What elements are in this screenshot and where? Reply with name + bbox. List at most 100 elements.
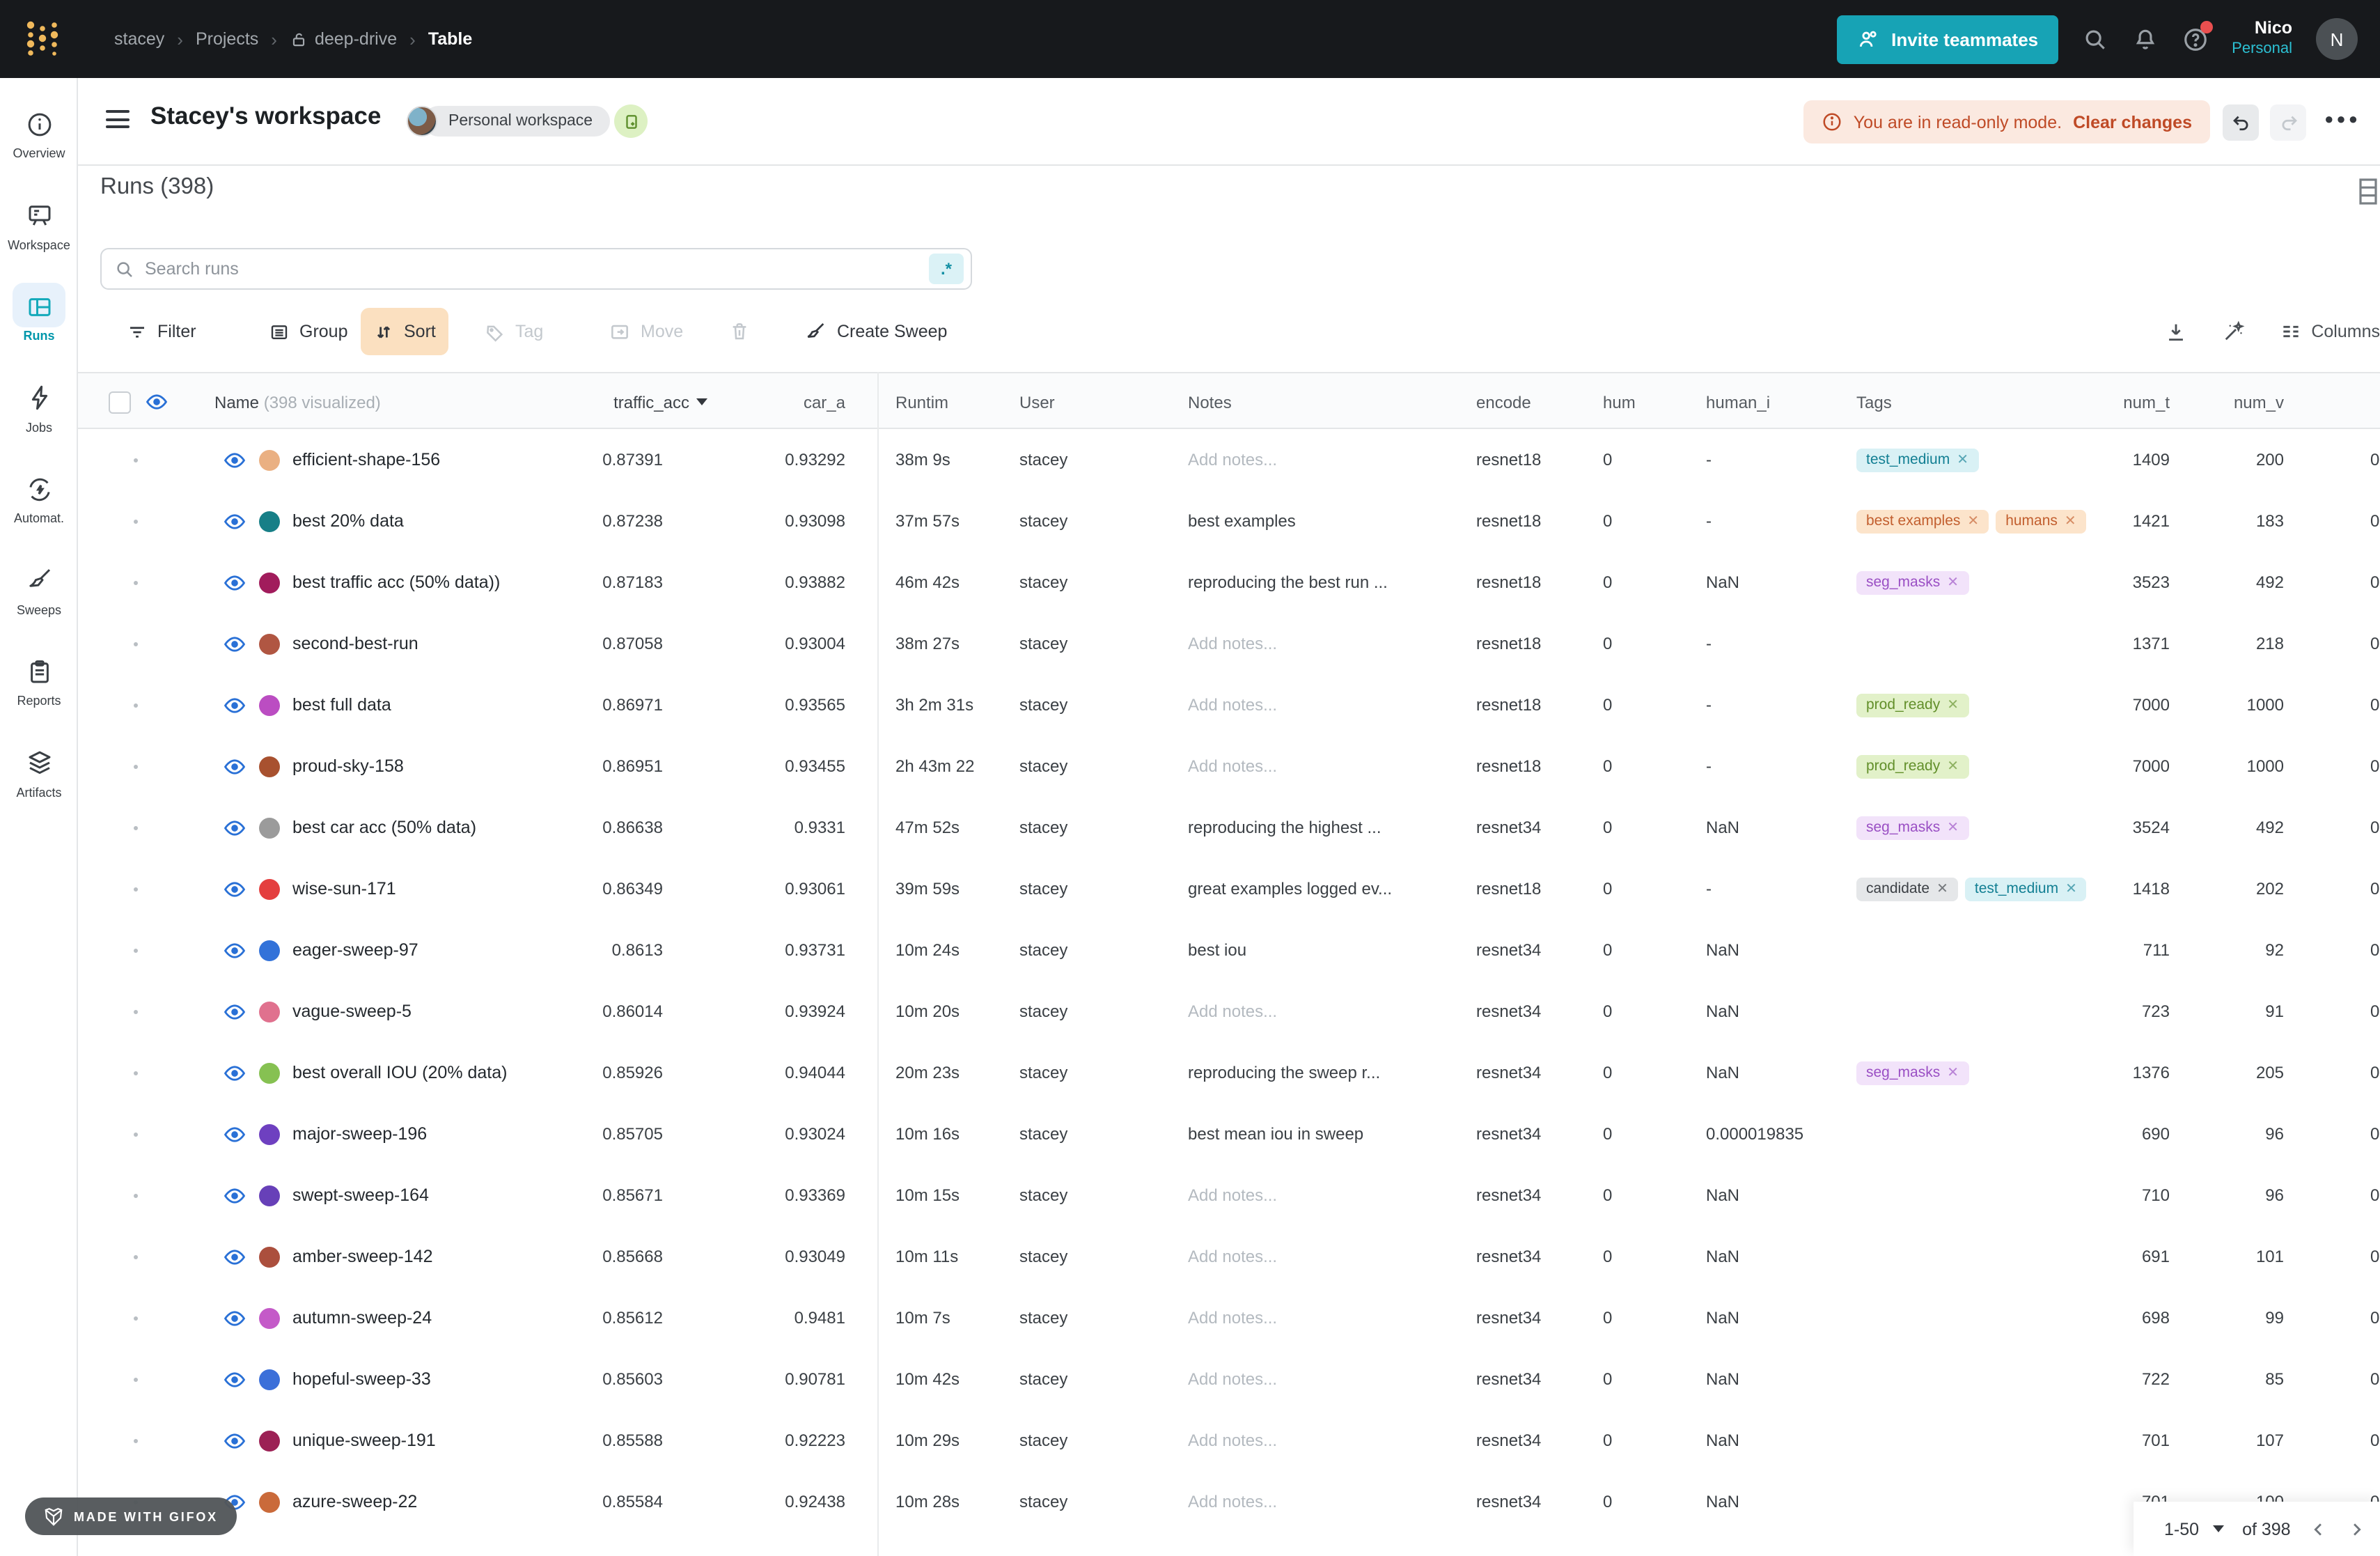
row-drag-handle[interactable] <box>134 703 138 708</box>
cell-notes[interactable]: Add notes... <box>1188 1165 1461 1226</box>
tag-remove-icon[interactable]: ✕ <box>1957 452 1968 467</box>
tag-pill[interactable]: seg_masks✕ <box>1856 1061 1968 1084</box>
cell-notes[interactable]: best mean iou in sweep <box>1188 1103 1461 1165</box>
tag-remove-icon[interactable]: ✕ <box>1947 697 1959 713</box>
row-drag-handle[interactable] <box>134 1194 138 1198</box>
eye-icon[interactable] <box>223 1367 246 1391</box>
tag-remove-icon[interactable]: ✕ <box>1947 820 1959 835</box>
cell-notes[interactable]: reproducing the highest ... <box>1188 797 1461 858</box>
row-drag-handle[interactable] <box>134 1255 138 1259</box>
tag-remove-icon[interactable]: ✕ <box>1947 1065 1959 1080</box>
report-create-button[interactable] <box>614 104 648 138</box>
tag-remove-icon[interactable]: ✕ <box>1947 758 1959 774</box>
row-drag-handle[interactable] <box>134 826 138 830</box>
undo-button[interactable] <box>2223 104 2259 141</box>
bell-icon[interactable] <box>2131 26 2158 52</box>
tag-pill[interactable]: prod_ready✕ <box>1856 754 1968 778</box>
cell-edge-partial: 0 <box>2370 552 2380 613</box>
sidebar-item-artifacts[interactable]: Artifacts <box>0 742 78 823</box>
eye-icon[interactable] <box>223 938 246 962</box>
cell-notes[interactable]: best iou <box>1188 919 1461 981</box>
more-options-button[interactable]: ●●● <box>2324 111 2361 128</box>
row-drag-handle[interactable] <box>134 887 138 892</box>
page-size-dropdown[interactable]: 1-50 <box>2164 1519 2224 1539</box>
redo-button[interactable] <box>2270 104 2306 141</box>
workspace-owner-avatar[interactable] <box>407 106 437 137</box>
user-avatar[interactable]: N <box>2316 18 2358 60</box>
eye-icon[interactable] <box>223 877 246 901</box>
eye-icon[interactable] <box>223 1183 246 1207</box>
search-icon[interactable] <box>2081 26 2108 52</box>
row-drag-handle[interactable] <box>134 1071 138 1075</box>
tag-remove-icon[interactable]: ✕ <box>1936 881 1948 896</box>
cell-notes[interactable]: great examples logged ev... <box>1188 858 1461 919</box>
row-drag-handle[interactable] <box>134 1378 138 1382</box>
cell-notes[interactable]: Add notes... <box>1188 429 1461 490</box>
breadcrumb-entity[interactable]: stacey <box>114 29 164 49</box>
eye-icon[interactable] <box>223 754 246 778</box>
invite-teammates-button[interactable]: Invite teammates <box>1837 15 2058 63</box>
sidebar-item-runs[interactable]: Runs <box>0 286 78 366</box>
user-identity[interactable]: Nico Personal <box>2232 19 2292 60</box>
cell-notes[interactable]: reproducing the best run ... <box>1188 552 1461 613</box>
tag-pill[interactable]: candidate✕ <box>1856 877 1958 901</box>
row-drag-handle[interactable] <box>134 1010 138 1014</box>
row-drag-handle[interactable] <box>134 1316 138 1321</box>
eye-icon[interactable] <box>223 570 246 594</box>
eye-icon[interactable] <box>223 1429 246 1452</box>
tag-pill[interactable]: best examples✕ <box>1856 509 1989 533</box>
help-button[interactable] <box>2182 26 2208 52</box>
wandb-logo-icon[interactable] <box>19 15 67 63</box>
next-page-button[interactable] <box>2347 1519 2366 1539</box>
cell-notes[interactable]: Add notes... <box>1188 1471 1461 1532</box>
hamburger-menu-icon[interactable] <box>106 110 130 133</box>
row-drag-handle[interactable] <box>134 1133 138 1137</box>
cell-notes[interactable]: Add notes... <box>1188 1287 1461 1348</box>
row-drag-handle[interactable] <box>134 581 138 585</box>
eye-icon[interactable] <box>223 509 246 533</box>
tag-pill[interactable]: test_medium✕ <box>1856 448 1978 472</box>
cell-notes[interactable]: best examples <box>1188 490 1461 552</box>
cell-notes[interactable]: Add notes... <box>1188 736 1461 797</box>
row-drag-handle[interactable] <box>134 642 138 646</box>
tag-pill[interactable]: seg_masks✕ <box>1856 816 1968 839</box>
row-drag-handle[interactable] <box>134 1439 138 1443</box>
eye-icon[interactable] <box>223 448 246 472</box>
sidebar-item-workspace[interactable]: Workspace <box>0 194 78 275</box>
cell-notes[interactable]: Add notes... <box>1188 1410 1461 1471</box>
cell-notes[interactable]: Add notes... <box>1188 1226 1461 1287</box>
eye-icon[interactable] <box>223 632 246 655</box>
eye-icon[interactable] <box>223 1061 246 1084</box>
tag-pill[interactable]: prod_ready✕ <box>1856 693 1968 717</box>
row-drag-handle[interactable] <box>134 520 138 524</box>
tag-remove-icon[interactable]: ✕ <box>1967 513 1979 529</box>
tag-remove-icon[interactable]: ✕ <box>1947 575 1959 590</box>
cell-notes[interactable]: Add notes... <box>1188 674 1461 736</box>
eye-icon[interactable] <box>223 693 246 717</box>
cell-notes[interactable]: reproducing the sweep r... <box>1188 1042 1461 1103</box>
breadcrumb-project[interactable]: deep-drive <box>290 29 397 49</box>
cell-notes[interactable]: Add notes... <box>1188 613 1461 674</box>
cell-notes[interactable]: Add notes... <box>1188 1348 1461 1410</box>
clear-changes-link[interactable]: Clear changes <box>2073 112 2192 132</box>
eye-icon[interactable] <box>223 816 246 839</box>
prev-page-button[interactable] <box>2309 1519 2328 1539</box>
sidebar-item-jobs[interactable]: Jobs <box>0 377 78 458</box>
tag-pill[interactable]: seg_masks✕ <box>1856 570 1968 594</box>
eye-icon[interactable] <box>223 1245 246 1268</box>
row-drag-handle[interactable] <box>134 949 138 953</box>
sidebar-item-reports[interactable]: Reports <box>0 651 78 731</box>
personal-workspace-pill[interactable]: Personal workspace <box>423 106 609 137</box>
project-sidebar: Overview Workspace Runs Jobs Automat. Sweeps R… <box>0 78 78 1556</box>
sidebar-item-overview[interactable]: Overview <box>0 103 78 184</box>
eye-icon[interactable] <box>223 1122 246 1146</box>
cell-edge-partial: 0 <box>2370 1410 2380 1471</box>
cell-notes[interactable]: Add notes... <box>1188 981 1461 1042</box>
row-drag-handle[interactable] <box>134 765 138 769</box>
sidebar-item-sweeps[interactable]: Sweeps <box>0 559 78 640</box>
breadcrumb-projects[interactable]: Projects <box>196 29 258 49</box>
row-drag-handle[interactable] <box>134 458 138 462</box>
eye-icon[interactable] <box>223 999 246 1023</box>
eye-icon[interactable] <box>223 1306 246 1330</box>
sidebar-item-automat[interactable]: Automat. <box>0 468 78 549</box>
